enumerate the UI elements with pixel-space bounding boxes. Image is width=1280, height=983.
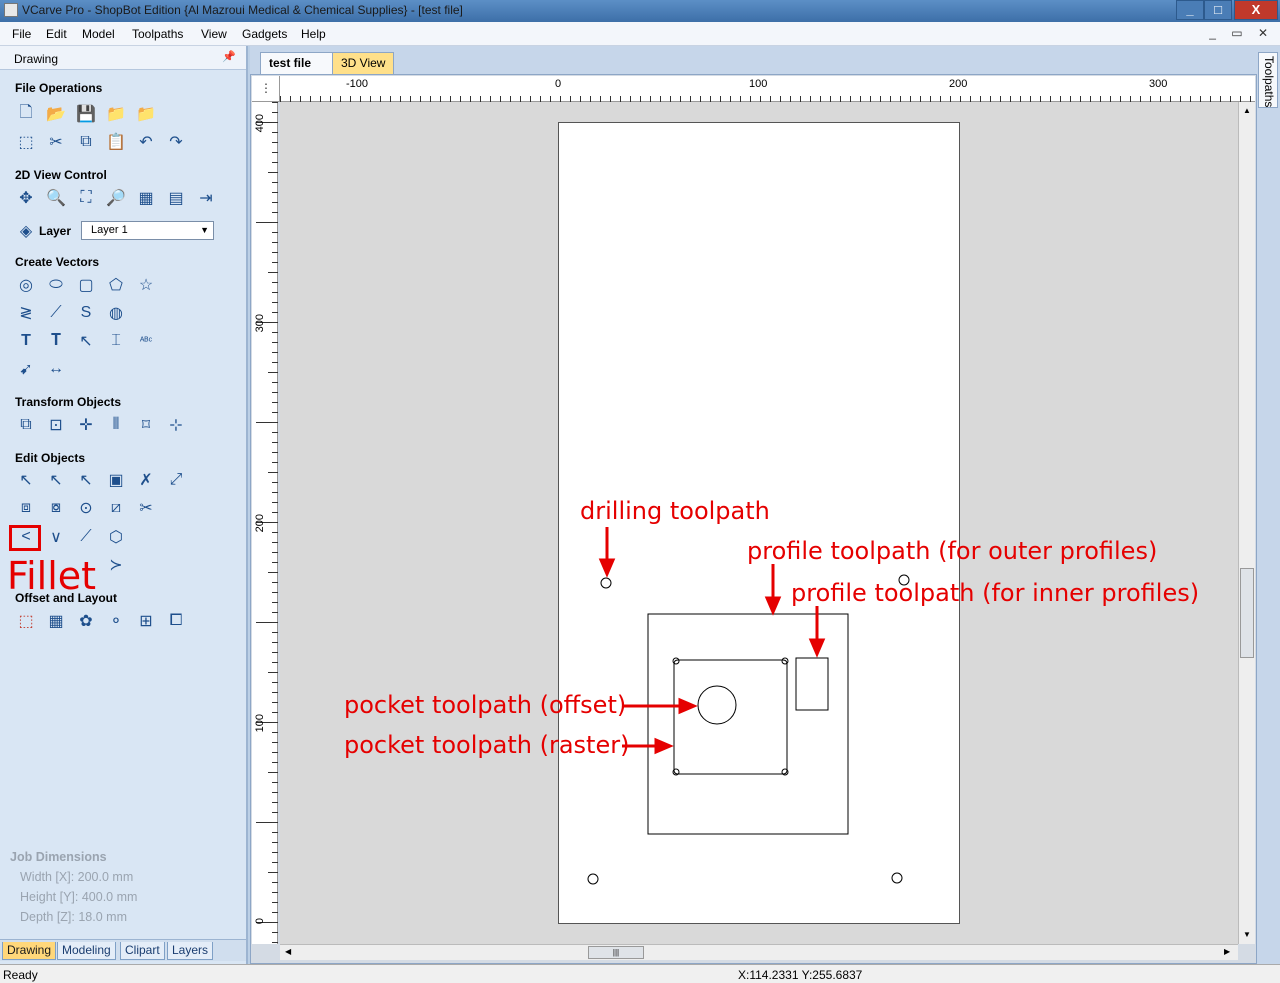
fillet-corner: [781, 657, 789, 665]
cursor-coordinates: X:114.2331 Y:255.6837: [738, 968, 863, 982]
drill-hole[interactable]: [587, 873, 599, 885]
scroll-up-icon[interactable]: ▲: [1243, 106, 1251, 115]
vertical-scrollbar[interactable]: ▲ ▼: [1238, 102, 1255, 944]
annotation-pocket-offset: pocket toolpath (offset): [344, 691, 627, 719]
drill-hole[interactable]: [600, 577, 612, 589]
right-panel-strip: Toolpaths: [1257, 46, 1280, 964]
arrow-head: [764, 596, 782, 616]
scroll-down-icon[interactable]: ▼: [1243, 930, 1251, 939]
annotation-drilling: drilling toolpath: [580, 497, 770, 525]
annotation-profile-outer: profile toolpath (for outer profiles): [747, 537, 1158, 565]
toolpaths-panel-tab[interactable]: Toolpaths: [1258, 52, 1278, 108]
annotation-profile-inner: profile toolpath (for inner profiles): [791, 579, 1200, 607]
status-bar: Ready X:114.2331 Y:255.6837: [0, 964, 1280, 983]
drill-hole[interactable]: [891, 872, 903, 884]
status-text: Ready: [3, 968, 38, 982]
pocket-rect[interactable]: [673, 659, 788, 775]
annotation-pocket-raster: pocket toolpath (raster): [344, 731, 630, 759]
arrow-head: [678, 697, 698, 715]
scroll-right-icon[interactable]: ▶: [1224, 947, 1230, 956]
toolpaths-tab-label: Toolpaths: [1262, 56, 1276, 108]
arrow-head: [598, 558, 616, 578]
horizontal-scrollbar[interactable]: ◀ ||| ▶: [280, 944, 1238, 960]
arrow-head: [654, 737, 674, 755]
arrow-head: [808, 638, 826, 658]
horizontal-scroll-thumb[interactable]: |||: [588, 946, 644, 959]
scroll-left-icon[interactable]: ◀: [285, 947, 291, 956]
inner-profile-rect[interactable]: [795, 657, 829, 711]
drawing-vectors: [587, 527, 910, 885]
pocket-circle[interactable]: [697, 685, 737, 725]
fillet-corner: [672, 657, 680, 665]
vertical-scroll-thumb[interactable]: [1240, 568, 1254, 658]
